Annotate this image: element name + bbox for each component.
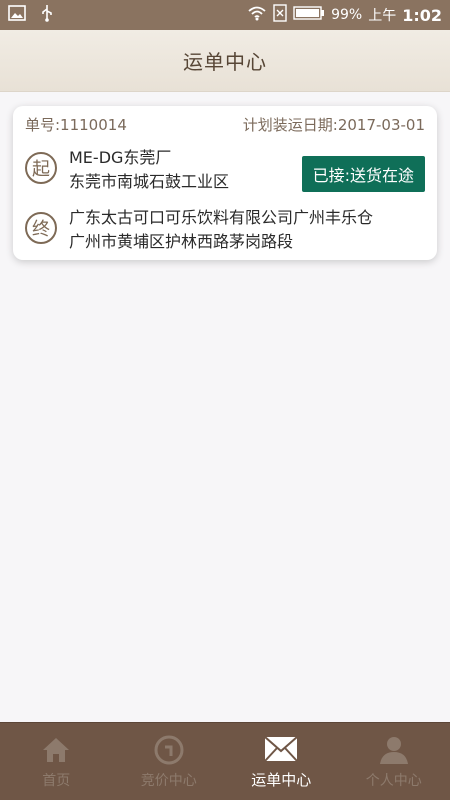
time-prefix: 上午 [368, 8, 397, 24]
page-title: 运单中心 [183, 50, 267, 74]
usb-icon [40, 4, 54, 26]
destination-address: 广州市黄埔区护林西路茅岗路段 [69, 232, 294, 251]
origin-address: 东莞市南城石鼓工业区 [69, 172, 230, 191]
clock: 1:02 [402, 5, 442, 25]
destination-details: 广东太古可口可乐饮料有限公司广州丰乐仓 广州市黄埔区护林西路茅岗路段 [69, 206, 373, 254]
image-notification-icon [8, 5, 26, 25]
order-card-header: 单号:1110014 计划装运日期:2017-03-01 [25, 106, 425, 142]
mail-icon [264, 731, 298, 767]
status-right: 99% 上午 1:02 [247, 4, 442, 26]
bid-icon [153, 732, 185, 768]
app-header: 运单中心 [0, 30, 450, 92]
origin-name: ME-DG东莞厂 [69, 148, 172, 167]
tab-home[interactable]: 首页 [0, 723, 113, 800]
status-bar: 99% 上午 1:02 [0, 0, 450, 30]
status-left-icons [8, 4, 247, 26]
bottom-tab-bar: 首页 竞价中心 运单中心 个人中心 [0, 722, 450, 800]
tab-profile-label: 个人中心 [365, 773, 422, 789]
tab-orders-label: 运单中心 [251, 771, 312, 789]
no-sim-icon [273, 4, 287, 26]
destination-marker-icon: 终 [25, 212, 57, 244]
tab-home-label: 首页 [42, 773, 71, 789]
order-card[interactable]: 单号:1110014 计划装运日期:2017-03-01 起 ME-DG东莞厂 … [13, 106, 437, 260]
order-list[interactable]: 单号:1110014 计划装运日期:2017-03-01 起 ME-DG东莞厂 … [0, 92, 450, 722]
battery-percent: 99% [331, 7, 363, 23]
origin-marker-icon: 起 [25, 152, 57, 184]
order-status-button[interactable]: 已接:送货在途 [301, 156, 425, 192]
planned-ship-date: 计划装运日期:2017-03-01 [242, 115, 425, 134]
tab-profile[interactable]: 个人中心 [338, 723, 450, 800]
tab-bidding[interactable]: 竞价中心 [113, 723, 226, 800]
destination-stop: 终 广东太古可口可乐饮料有限公司广州丰乐仓 广州市黄埔区护林西路茅岗路段 [25, 206, 425, 254]
home-icon [41, 732, 71, 768]
tab-bidding-label: 竞价中心 [140, 773, 197, 789]
battery-icon [293, 5, 325, 25]
destination-name: 广东太古可口可乐饮料有限公司广州丰乐仓 [69, 208, 374, 227]
tab-orders[interactable]: 运单中心 [225, 723, 338, 800]
user-icon [378, 732, 410, 768]
origin-details: ME-DG东莞厂 东莞市南城石鼓工业区 [69, 146, 229, 194]
order-number: 单号:1110014 [25, 115, 127, 134]
wifi-icon [247, 5, 267, 25]
